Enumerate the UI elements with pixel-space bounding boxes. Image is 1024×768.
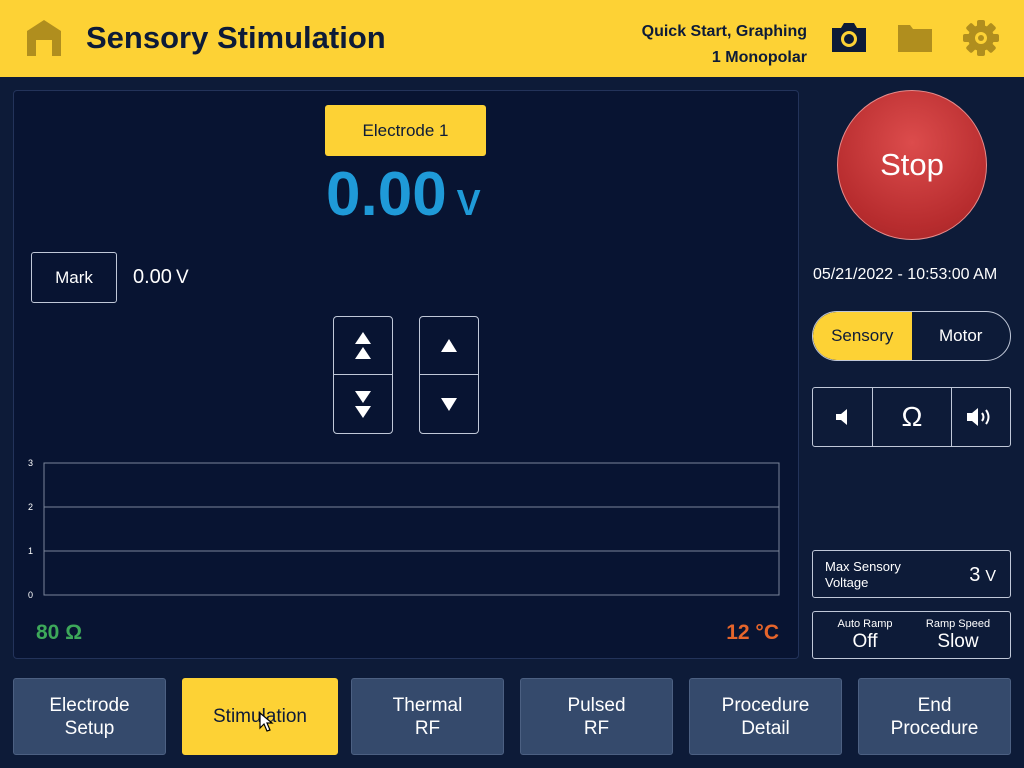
voltage-readout: 0.00 V — [326, 159, 481, 230]
stop-button[interactable]: Stop — [837, 90, 987, 240]
mode-line-2: 1 Monopolar — [711, 49, 807, 66]
camera-icon[interactable] — [829, 18, 869, 58]
sensory-option[interactable]: Sensory — [813, 312, 912, 360]
speaker-low-icon — [835, 409, 847, 425]
double-down-arrow-icon — [355, 391, 371, 418]
sensory-motor-toggle: Sensory Motor — [812, 311, 1011, 361]
max-voltage-value: 3 — [969, 564, 981, 586]
mark-value: 0.00 — [133, 266, 172, 288]
impedance-value: 80 Ω — [36, 621, 83, 644]
auto-ramp-label: Auto Ramp — [837, 618, 893, 630]
mark-button[interactable]: Mark — [31, 252, 117, 303]
volume-down-button[interactable] — [813, 388, 873, 446]
up-arrow-icon — [441, 338, 457, 352]
folder-icon[interactable] — [895, 18, 935, 58]
voltage-unit: V — [456, 182, 481, 223]
mark-readout: 0.00 V — [133, 266, 189, 289]
increase-large-button[interactable] — [334, 317, 392, 375]
page-title: Sensory Stimulation — [86, 20, 386, 55]
voltage-fine-stepper — [419, 316, 479, 434]
ramp-speed-value: Slow — [937, 631, 979, 652]
impedance-button[interactable]: Ω — [873, 388, 952, 446]
decrease-button[interactable] — [420, 375, 478, 433]
increase-button[interactable] — [420, 317, 478, 375]
chart-y-tick-label: 3 — [28, 458, 33, 468]
nav-thermal-rf[interactable]: Thermal RF — [351, 678, 504, 755]
chart-y-tick-label: 1 — [28, 546, 33, 556]
max-voltage-label: Max Sensory Voltage — [825, 559, 901, 590]
decrease-large-button[interactable] — [334, 375, 392, 433]
max-voltage-readout: 3V — [969, 564, 996, 587]
temperature-value: 12 °C — [726, 621, 779, 644]
nav-electrode-setup[interactable]: Electrode Setup — [13, 678, 166, 755]
ramp-settings-button[interactable]: Auto Ramp Off Ramp Speed Slow — [812, 611, 1011, 659]
max-voltage-unit: V — [985, 568, 996, 585]
gear-icon[interactable] — [961, 18, 1001, 58]
mark-unit: V — [175, 267, 189, 288]
motor-option[interactable]: Motor — [912, 312, 1011, 360]
down-arrow-icon — [441, 398, 457, 411]
electrode-1-button[interactable]: Electrode 1 — [325, 105, 486, 156]
nav-pulsed-rf[interactable]: Pulsed RF — [520, 678, 673, 755]
procedure-mode: Quick Start, Graphing 1 Monopolar — [642, 19, 807, 71]
auto-ramp-value: Off — [852, 631, 878, 652]
chart-y-tick-label: 2 — [28, 502, 33, 512]
volume-controls: Ω — [812, 387, 1011, 447]
auto-ramp: Auto Ramp Off — [827, 618, 903, 653]
voltage-chart: 0 1 2 3 — [28, 458, 780, 600]
volume-up-button[interactable] — [952, 388, 1010, 446]
omega-icon: Ω — [901, 401, 923, 432]
top-bar: Sensory Stimulation Quick Start, Graphin… — [0, 0, 1024, 77]
speaker-high-icon — [967, 408, 990, 426]
mouse-pointer-icon — [259, 712, 274, 732]
max-sensory-voltage-button[interactable]: Max Sensory Voltage 3V — [812, 550, 1011, 598]
nav-procedure-detail[interactable]: Procedure Detail — [689, 678, 842, 755]
date-time: 05/21/2022 - 10:53:00 AM — [813, 266, 998, 283]
ramp-speed-label: Ramp Speed — [925, 618, 991, 630]
chart-frame — [43, 462, 780, 596]
home-icon[interactable] — [24, 18, 64, 58]
voltage-value: 0.00 — [326, 160, 447, 229]
ramp-speed: Ramp Speed Slow — [919, 618, 997, 653]
mode-line-1: Quick Start, Graphing — [641, 23, 807, 40]
chart-y-tick-label: 0 — [28, 590, 33, 600]
double-up-arrow-icon — [355, 331, 371, 359]
voltage-coarse-stepper — [333, 316, 393, 434]
nav-end-procedure[interactable]: End Procedure — [858, 678, 1011, 755]
stimulation-panel: Electrode 1 0.00 V Mark 0.00 V 0 1 2 3 8… — [13, 90, 799, 659]
